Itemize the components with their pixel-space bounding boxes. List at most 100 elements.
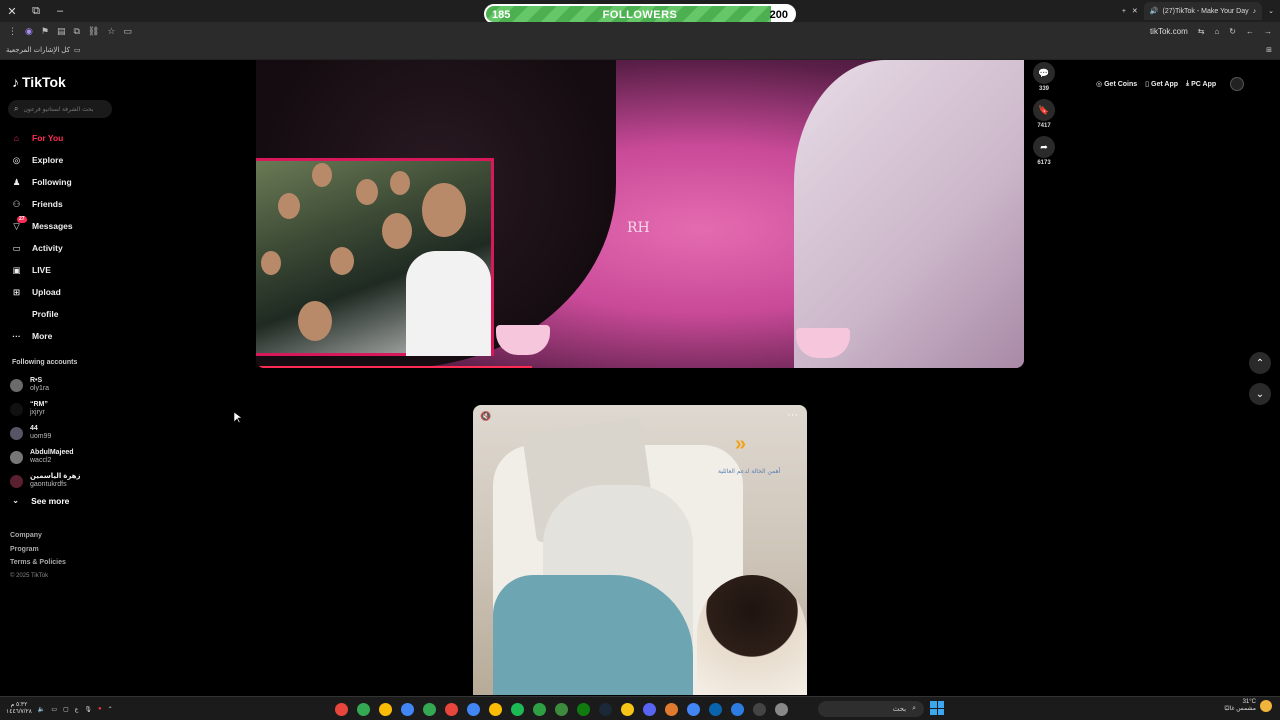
grid-icon[interactable]: ⊞ bbox=[1266, 46, 1272, 54]
more-options-icon[interactable]: ··· bbox=[787, 409, 798, 421]
store-icon[interactable] bbox=[750, 700, 768, 718]
get-coins-button[interactable]: ◎ Get Coins bbox=[1096, 80, 1137, 89]
media-icon[interactable] bbox=[552, 700, 570, 718]
network-icon[interactable]: ▭ bbox=[51, 706, 57, 713]
all-bookmarks-label[interactable]: كل الإشارات المرجعية bbox=[6, 46, 70, 54]
next-video-button[interactable]: ⌄ bbox=[1249, 383, 1271, 405]
copy-icon[interactable]: ⧉ bbox=[73, 26, 79, 37]
comment-action[interactable]: 💬 339 bbox=[1032, 62, 1056, 92]
nav-item-explore[interactable]: ◎ Explore bbox=[10, 149, 73, 171]
chrome2-icon[interactable] bbox=[354, 700, 372, 718]
xbox-icon[interactable] bbox=[574, 700, 592, 718]
taskbar-search[interactable]: بحث ⌕ bbox=[818, 701, 924, 717]
chrome9-icon[interactable] bbox=[684, 700, 702, 718]
new-tab-icon[interactable]: + bbox=[1122, 8, 1126, 15]
footer-company[interactable]: Company bbox=[10, 529, 66, 543]
chrome6-icon[interactable] bbox=[442, 700, 460, 718]
left-sidebar: ♪ TikTok ⌕ ⌂ For You ◎ Explore ♟ Following ⚇ Fr… bbox=[0, 62, 125, 692]
folder-icon[interactable] bbox=[618, 700, 636, 718]
following-account[interactable]: AbdulMajeed waccl2 bbox=[10, 445, 81, 469]
home-browser-icon[interactable]: ⌂ bbox=[1214, 27, 1219, 36]
record-icon[interactable]: ● bbox=[98, 706, 102, 712]
extension2-icon[interactable]: ⚑ bbox=[41, 26, 49, 37]
microphone-icon[interactable]: 🎙 bbox=[84, 706, 92, 713]
search-input[interactable] bbox=[23, 105, 104, 113]
nav-item-for-you[interactable]: ⌂ For You bbox=[10, 127, 73, 149]
url-text[interactable]: tikTok.com bbox=[1150, 27, 1188, 36]
nav-item-live[interactable]: ▣ LIVE bbox=[10, 259, 73, 281]
nav-item-profile[interactable]: Profile bbox=[10, 303, 73, 325]
taskbar-clock[interactable]: ٥:٣٢ م ١٤٤٦/٧/٢٨ bbox=[6, 702, 32, 716]
reload-icon[interactable]: ↻ bbox=[1229, 27, 1236, 36]
menu-dots-icon[interactable]: ⋮ bbox=[8, 26, 17, 37]
play-icon[interactable] bbox=[530, 700, 548, 718]
nav-item-friends[interactable]: ⚇ Friends bbox=[10, 193, 73, 215]
following-account[interactable]: R•S oly1ra bbox=[10, 373, 81, 397]
forward-icon[interactable]: ← bbox=[1246, 27, 1254, 36]
app-a-icon[interactable] bbox=[662, 700, 680, 718]
previous-video-button[interactable]: ⌃ bbox=[1249, 352, 1271, 374]
restore-window-icon[interactable]: ⧉ bbox=[24, 0, 48, 22]
profile-icon bbox=[10, 308, 23, 321]
close-tab-icon[interactable]: ✕ bbox=[1132, 7, 1138, 15]
nav-item-more[interactable]: ··· More bbox=[10, 325, 73, 347]
following-account[interactable]: زهرة الياسمين gaontukrdfs bbox=[10, 469, 81, 493]
video2-child bbox=[697, 575, 807, 695]
get-app-button[interactable]: ▯ Get App bbox=[1145, 80, 1178, 89]
windows-start-icon[interactable] bbox=[930, 701, 944, 715]
edge-icon[interactable] bbox=[728, 700, 746, 718]
chrome5-icon[interactable] bbox=[420, 700, 438, 718]
footer-program[interactable]: Program bbox=[10, 543, 66, 557]
language-indicator[interactable]: ع bbox=[75, 706, 79, 713]
nav-label: For You bbox=[32, 133, 64, 143]
files-icon[interactable] bbox=[772, 700, 790, 718]
share-action[interactable]: ➦ 6173 bbox=[1032, 136, 1056, 166]
bookmark-icon[interactable]: 🔖 bbox=[1033, 99, 1055, 121]
home-icon: ⌂ bbox=[13, 133, 20, 143]
share-icon[interactable]: ➦ bbox=[1033, 136, 1055, 158]
chrome8-icon[interactable] bbox=[486, 700, 504, 718]
extension-icon[interactable]: ◉ bbox=[25, 26, 33, 37]
site-settings-icon[interactable]: ⇆ bbox=[1198, 27, 1205, 36]
user-avatar[interactable] bbox=[1230, 77, 1245, 91]
video-player-1[interactable]: RH bbox=[256, 60, 1024, 368]
tray-chevron-icon[interactable]: ⌃ bbox=[108, 706, 113, 713]
tab-list-chevron-icon[interactable]: ⌄ bbox=[1268, 7, 1274, 15]
steam-icon[interactable] bbox=[596, 700, 614, 718]
video-player-2[interactable]: » أهمن الخالة لدعم العائلية 🔇 ··· bbox=[473, 405, 807, 695]
sidebar-toggle-icon[interactable]: ▤ bbox=[57, 26, 66, 37]
nav-item-activity[interactable]: ▭ Activity bbox=[10, 237, 73, 259]
following-account[interactable]: “RM” jxjryr bbox=[10, 397, 81, 421]
tab-tiktok[interactable]: 🔊 (27)TikTok - Make Your Day ♪ bbox=[1143, 2, 1263, 20]
taskbar-weather[interactable]: 31°C مشمس غالبًا bbox=[1224, 699, 1272, 713]
discord-icon[interactable] bbox=[640, 700, 658, 718]
video1-progress-bar[interactable] bbox=[256, 366, 533, 368]
chrome7-icon[interactable] bbox=[464, 700, 482, 718]
cast-icon[interactable]: ▭ bbox=[123, 26, 132, 37]
back-icon[interactable]: → bbox=[1264, 27, 1272, 36]
spotify-icon[interactable] bbox=[508, 700, 526, 718]
comment-icon[interactable]: 💬 bbox=[1033, 62, 1055, 84]
outlook-icon[interactable] bbox=[706, 700, 724, 718]
mute-icon[interactable]: 🔇 bbox=[480, 411, 491, 422]
search-box[interactable]: ⌕ bbox=[8, 100, 112, 118]
minimize-window-icon[interactable]: – bbox=[48, 0, 72, 22]
chrome3-icon[interactable] bbox=[376, 700, 394, 718]
bookmark-star-icon[interactable]: ☆ bbox=[107, 26, 115, 37]
following-account[interactable]: 44 uom99 bbox=[10, 421, 81, 445]
see-more-button[interactable]: ⌄ See more bbox=[12, 495, 69, 506]
tiktok-logo[interactable]: ♪ TikTok bbox=[12, 74, 66, 90]
pc-app-button[interactable]: ⤓ PC App bbox=[1186, 80, 1216, 88]
nav-item-upload[interactable]: ⊞ Upload bbox=[10, 281, 73, 303]
nav-item-messages[interactable]: ▽ 27 Messages bbox=[10, 215, 73, 237]
volume-icon[interactable]: 🔈 bbox=[38, 706, 45, 713]
bookmark-action[interactable]: 🔖 7417 bbox=[1032, 99, 1056, 129]
chrome4-icon[interactable] bbox=[398, 700, 416, 718]
link-icon[interactable]: ⛓ bbox=[88, 26, 99, 37]
footer-terms[interactable]: Terms & Policies bbox=[10, 556, 66, 570]
chrome-icon[interactable] bbox=[332, 700, 350, 718]
nav-item-following[interactable]: ♟ Following bbox=[10, 171, 73, 193]
close-window-icon[interactable]: ✕ bbox=[0, 0, 24, 22]
folder-icon[interactable]: ▭ bbox=[74, 46, 81, 54]
display-icon[interactable]: ▢ bbox=[63, 706, 69, 713]
